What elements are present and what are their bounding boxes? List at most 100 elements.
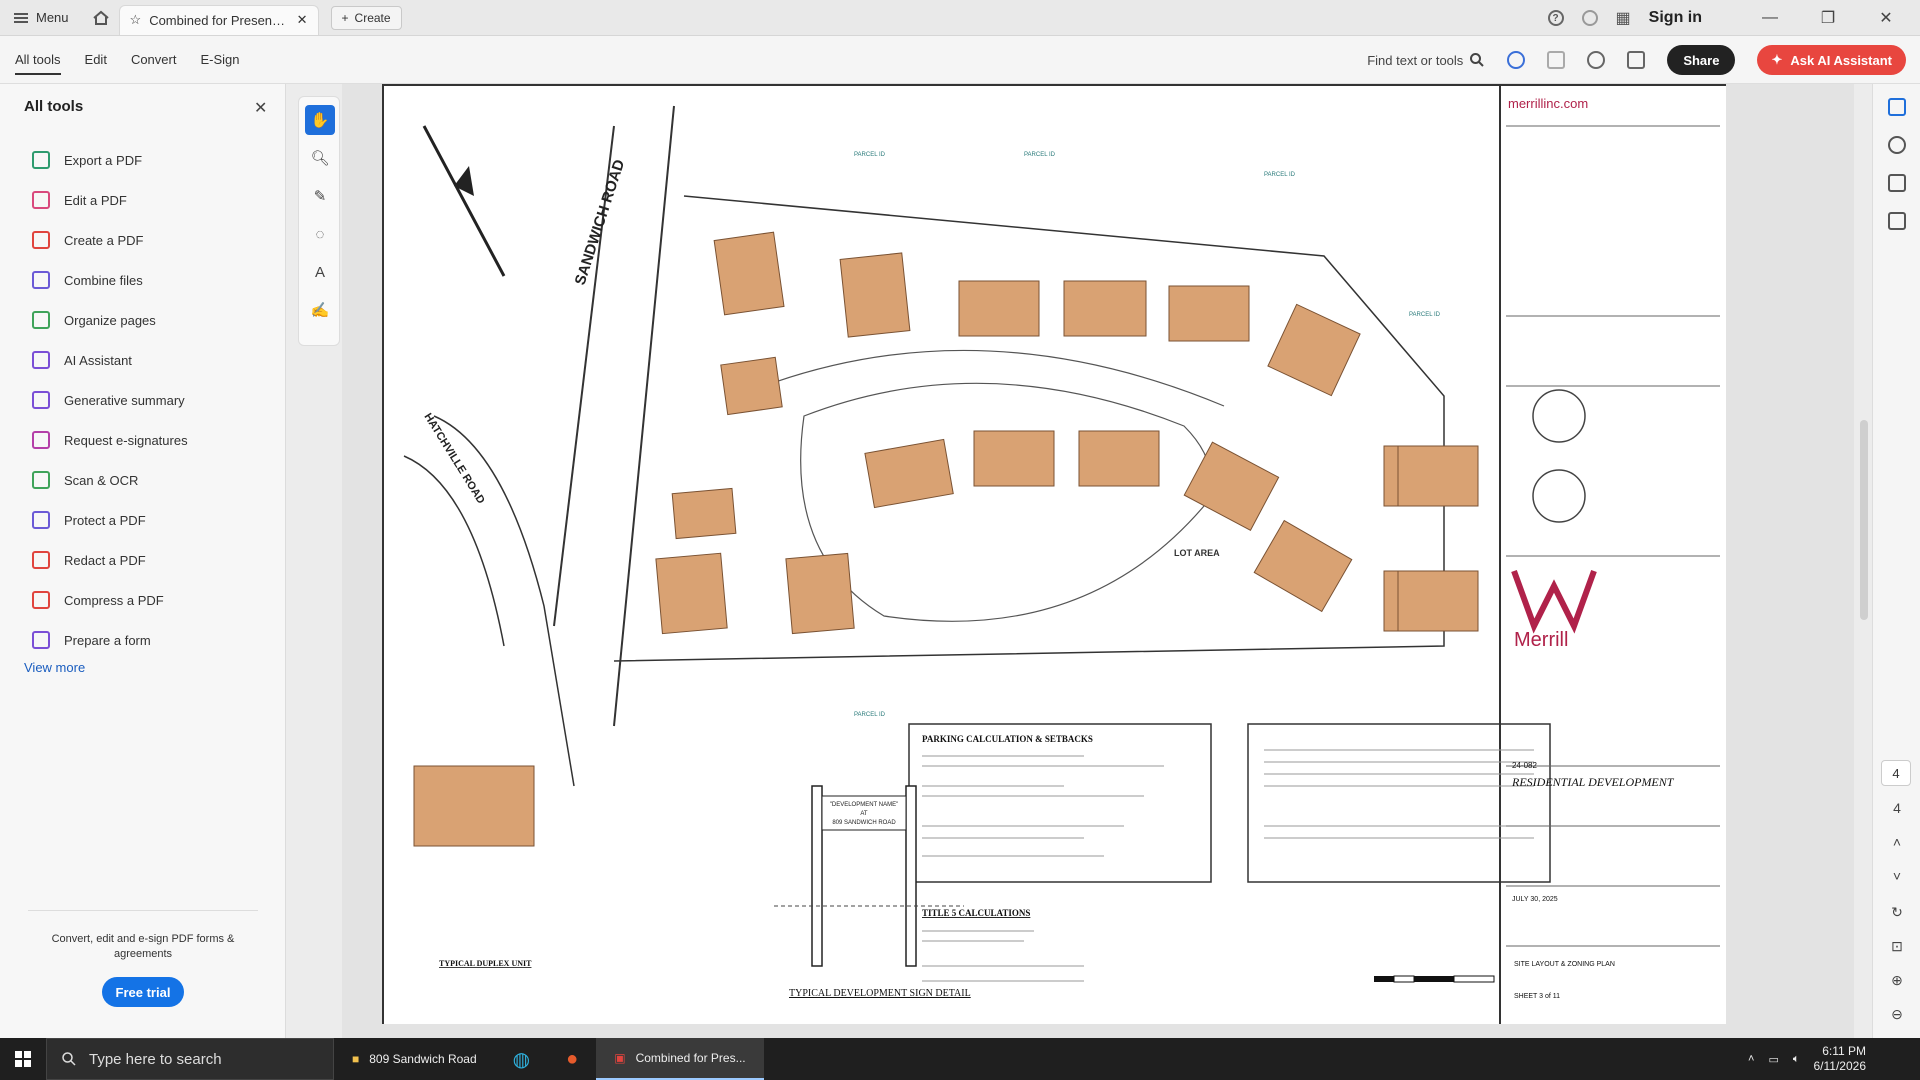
tab-esign[interactable]: E-Sign [200,52,239,67]
stamp-tool-icon[interactable]: ✍ [305,295,335,325]
tool-icon [32,151,50,169]
previous-page-icon[interactable]: ˄ [1873,834,1920,850]
close-tab-icon[interactable]: ✕ [297,12,308,28]
zoom-in-icon[interactable]: ⊕ [1873,972,1920,989]
close-window-icon[interactable]: ✕ [1866,8,1906,28]
star-icon[interactable]: ☆ [130,12,142,28]
title5-title: TITLE 5 CALCULATIONS [922,908,1030,918]
dev-name-sign: "DEVELOPMENT NAME" [830,802,899,808]
tab-edit[interactable]: Edit [85,52,107,67]
tab-all-tools[interactable]: All tools [15,52,61,75]
acrobat-icon: ▣ [614,1051,626,1065]
tool-item[interactable]: Organize pages [32,300,188,340]
comment-icon[interactable] [1887,98,1906,116]
time: 6:11 PM [1822,1044,1866,1058]
dev-addr-sign: 809 SANDWICH ROAD [832,820,896,826]
volume-icon[interactable]: 🔈︎ [1793,1053,1800,1066]
tool-item[interactable]: Combine files [32,260,188,300]
tool-item[interactable]: Edit a PDF [32,180,188,220]
tool-item[interactable]: Generative summary [32,380,188,420]
save-icon[interactable] [1547,51,1566,69]
edge-icon: ◍ [512,1048,531,1071]
tool-icon [32,191,50,209]
right-rail: 4 4 ˄ ˅ ↻ ⊡ ⊕ ⊖ [1872,84,1920,1038]
apps-icon[interactable]: ▦ [1616,8,1631,28]
document-tab-title: Combined for Presentati... [149,12,289,28]
taskbar-search[interactable]: Type here to search [46,1038,334,1080]
taskbar-edge[interactable]: ◍ [495,1038,548,1080]
bookmark-icon[interactable] [1887,174,1906,192]
tool-label: Combine files [64,272,143,288]
find-label: Find text or tools [1367,52,1464,68]
tool-list: Export a PDF Edit a PDF Create a PDF Combin… [32,140,188,660]
search-placeholder: Type here to search [89,1050,222,1068]
minimize-icon[interactable]: — [1750,9,1790,27]
tool-label: Export a PDF [64,152,143,168]
duplex-label: TYPICAL DUPLEX UNIT [439,959,532,968]
pages-icon[interactable] [1887,212,1906,230]
tool-item[interactable]: Protect a PDF [32,500,188,540]
tool-item[interactable]: Redact a PDF [32,540,188,580]
text-tool-icon[interactable]: A [305,257,335,287]
tool-item[interactable]: Scan & OCR [32,460,188,500]
zoom-tool-icon[interactable]: 🔍︎ [305,143,335,173]
view-more-link[interactable]: View more [24,660,85,675]
tool-label: AI Assistant [64,352,132,368]
pen-tool-icon[interactable]: ✎ [305,181,335,211]
fit-page-icon[interactable]: ⊡ [1873,938,1920,955]
edit-tools-icon[interactable] [1887,136,1906,154]
upload-icon[interactable] [1587,51,1606,69]
start-button[interactable] [0,1038,46,1080]
clock[interactable]: 6:11 PM 6/11/2026 [1814,1044,1867,1074]
create-button[interactable]: + Create [330,5,402,30]
taskbar-firefox[interactable]: ● [548,1038,596,1080]
system-tray: ˄ ▭ 🔈︎ 6:11 PM 6/11/2026 [1748,1038,1866,1080]
free-trial-button[interactable]: Free trial [102,977,184,1007]
menu-button[interactable]: Menu [0,0,83,36]
close-panel-icon[interactable]: ✕ [254,98,267,118]
tool-item[interactable]: Prepare a form [32,620,188,660]
tool-item[interactable]: Request e-signatures [32,420,188,460]
taskbar-app-folder[interactable]: ■ 809 Sandwich Road [334,1038,495,1080]
lasso-tool-icon[interactable]: ◌ [305,219,335,249]
pdf-page[interactable]: PARCEL ID PARCEL ID PARCEL ID PARCEL ID … [382,84,1726,1024]
hamburger-icon [14,12,28,23]
tool-item[interactable]: Create a PDF [32,220,188,260]
windows-logo-icon [15,1051,31,1067]
plan-date: JULY 30, 2025 [1512,896,1558,903]
tool-label: Scan & OCR [64,472,139,488]
tool-label: Redact a PDF [64,552,146,568]
zoom-out-icon[interactable]: ⊖ [1873,1006,1920,1023]
taskbar-acrobat[interactable]: ▣ Combined for Pres... [596,1038,764,1080]
ask-ai-assistant-button[interactable]: ✦ Ask AI Assistant [1757,45,1906,75]
tool-item[interactable]: Export a PDF [32,140,188,180]
home-button[interactable] [83,0,119,36]
rotate-icon[interactable]: ↻ [1873,904,1920,921]
document-tab[interactable]: ☆ Combined for Presentati... ✕ [118,4,319,35]
sign-in-button[interactable]: Sign in [1649,9,1702,27]
network-icon[interactable]: ▭ [1768,1053,1778,1066]
ask-ai-label: Ask AI Assistant [1790,52,1892,68]
print-icon[interactable] [1627,51,1646,69]
tool-item[interactable]: Compress a PDF [32,580,188,620]
share-button[interactable]: Share [1667,45,1736,75]
tool-icon [32,551,50,569]
next-page-icon[interactable]: ˅ [1873,868,1920,884]
restore-icon[interactable]: ❐ [1808,8,1848,28]
main-toolbar: All tools Edit Convert E-Sign Find text … [0,36,1920,84]
svg-text:PARCEL ID: PARCEL ID [1024,152,1056,158]
help-icon[interactable]: ? [1547,10,1564,26]
tool-item[interactable]: AI Assistant [32,340,188,380]
page-number-input[interactable]: 4 [1881,760,1911,786]
find-text-button[interactable]: Find text or tools [1367,52,1485,68]
tab-convert[interactable]: Convert [131,52,177,67]
read-aloud-icon[interactable] [1507,51,1526,69]
dev-at-sign: AT [860,811,868,817]
scroll-thumb[interactable] [1860,420,1868,620]
tray-chevron-icon[interactable]: ˄ [1748,1053,1754,1065]
notifications-icon[interactable] [1581,10,1598,26]
project-type: RESIDENTIAL DEVELOPMENT [1511,775,1675,789]
hand-tool-icon[interactable]: ✋ [305,105,335,135]
tool-label: Compress a PDF [64,592,164,608]
vertical-scrollbar[interactable] [1858,90,1868,1030]
